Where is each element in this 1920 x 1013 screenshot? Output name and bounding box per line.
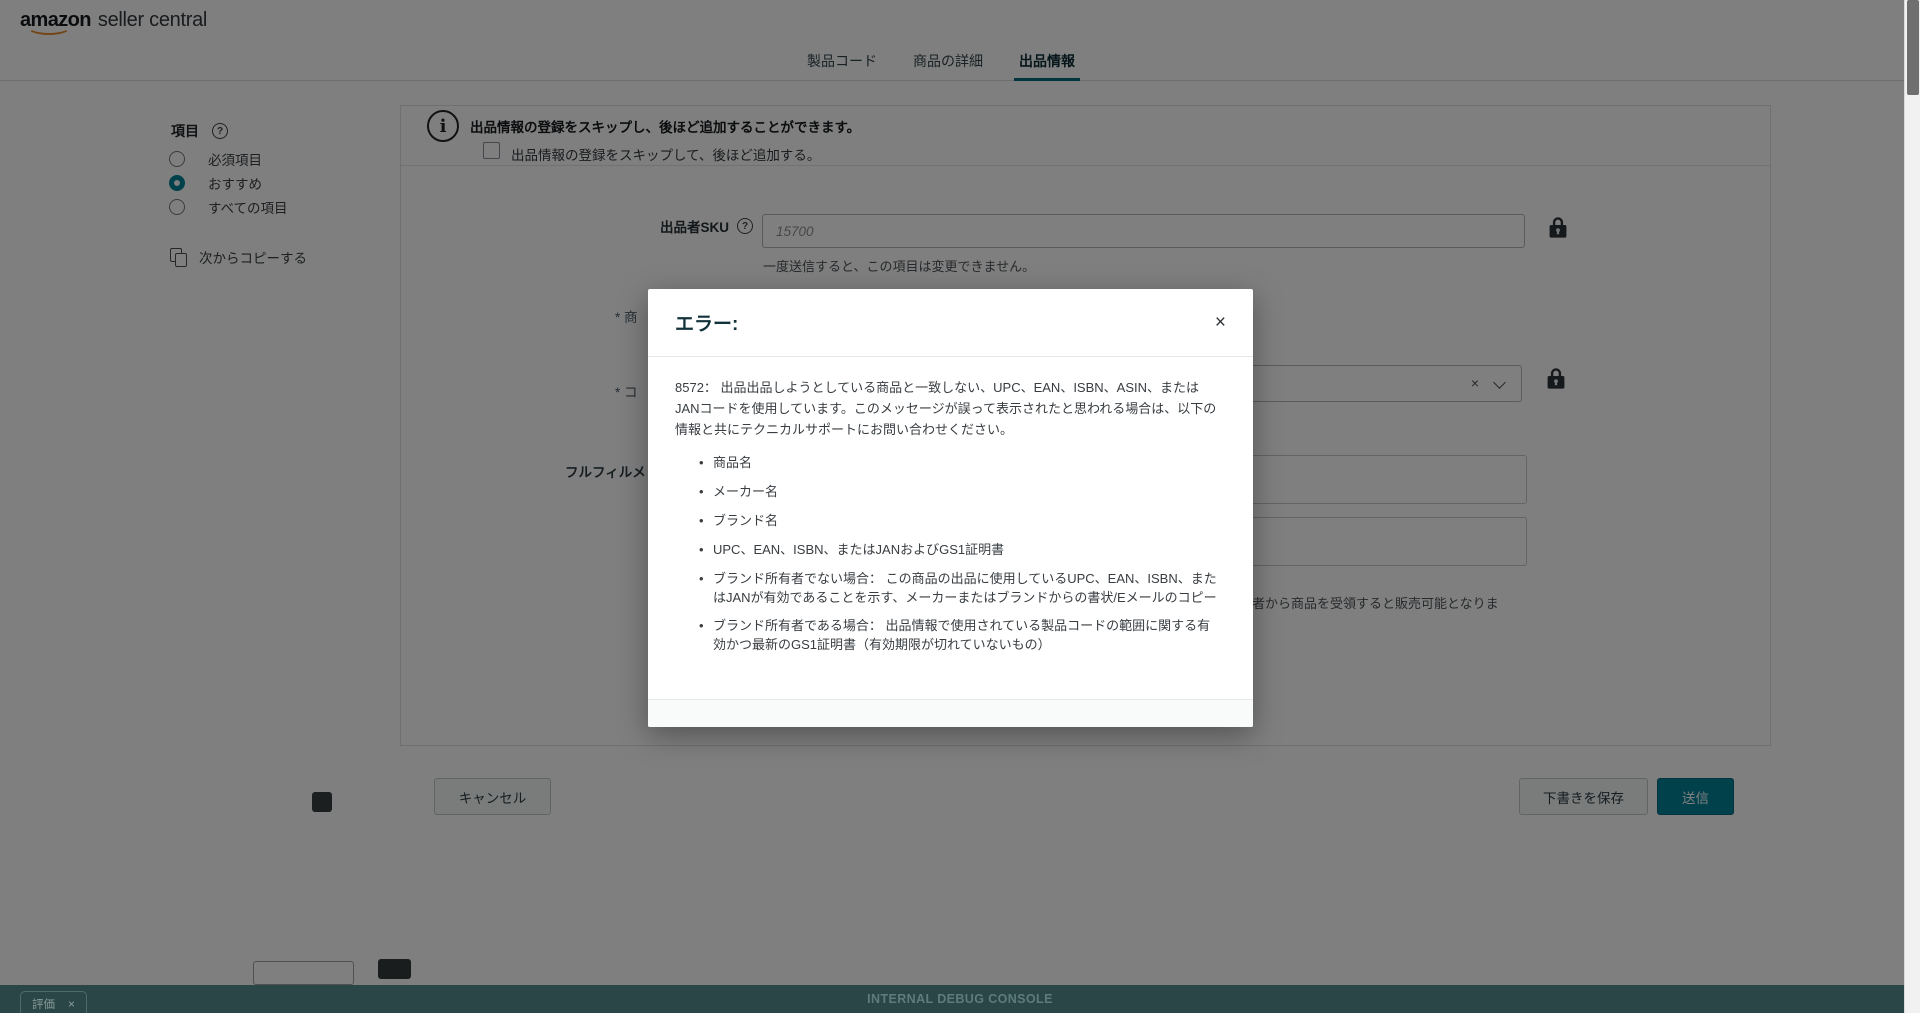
scrollbar-thumb[interactable] xyxy=(1907,0,1919,95)
list-item: ブランド名 xyxy=(713,512,1220,531)
error-modal-header: エラー: × xyxy=(648,289,1253,357)
debug-chip-label: 評価 xyxy=(32,996,55,1012)
error-modal-body: 8572： 出品出品しようとしている商品と一致しない、UPC、EAN、ISBN、… xyxy=(648,357,1253,699)
debug-console-title: INTERNAL DEBUG CONSOLE xyxy=(867,992,1053,1006)
error-modal: エラー: × 8572： 出品出品しようとしている商品と一致しない、UPC、EA… xyxy=(648,289,1253,727)
close-icon[interactable]: × xyxy=(1215,313,1226,332)
list-item: ブランド所有者である場合： 出品情報で使用されている製品コードの範囲に関する有効… xyxy=(713,617,1220,655)
vertical-scrollbar[interactable] xyxy=(1904,0,1920,1013)
list-item: メーカー名 xyxy=(713,483,1220,502)
internal-debug-console-bar: 評価 × INTERNAL DEBUG CONSOLE xyxy=(0,985,1920,1013)
list-item: 商品名 xyxy=(713,454,1220,473)
close-icon[interactable]: × xyxy=(68,997,75,1011)
error-modal-footer xyxy=(648,699,1253,727)
list-item: UPC、EAN、ISBN、またはJANおよびGS1証明書 xyxy=(713,541,1220,560)
error-modal-title: エラー: xyxy=(675,309,738,336)
error-detail-list: 商品名 メーカー名 ブランド名 UPC、EAN、ISBN、またはJANおよびGS… xyxy=(675,454,1226,655)
error-message: 8572： 出品出品しようとしている商品と一致しない、UPC、EAN、ISBN、… xyxy=(675,378,1223,440)
list-item: ブランド所有者でない場合： この商品の出品に使用しているUPC、EAN、ISBN… xyxy=(713,570,1220,608)
seller-central-page: amazon seller central 製品コード 商品の詳細 出品情報 項… xyxy=(0,0,1920,1013)
debug-rating-chip[interactable]: 評価 × xyxy=(20,991,87,1013)
